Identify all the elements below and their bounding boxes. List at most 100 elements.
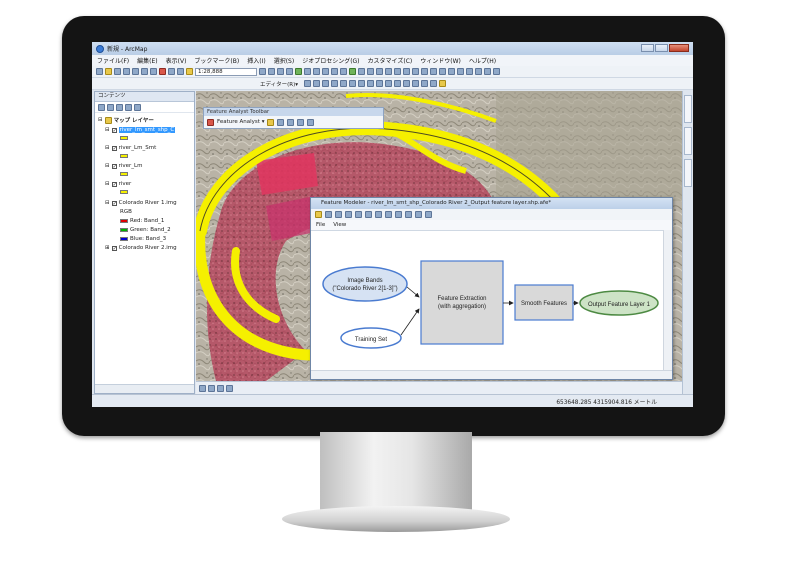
- layer-visibility-checkbox[interactable]: ✓: [111, 200, 117, 206]
- run-to-end-icon[interactable]: [425, 211, 432, 218]
- menu-file[interactable]: ファイル(F): [97, 56, 129, 65]
- back-extent-icon[interactable]: [376, 68, 383, 75]
- find-route-icon[interactable]: [466, 68, 473, 75]
- list-by-drawing-order-icon[interactable]: [98, 103, 105, 111]
- layer-symbol[interactable]: [120, 154, 128, 158]
- menu-edit[interactable]: 編集(E): [137, 56, 157, 65]
- model-horizontal-scrollbar[interactable]: [311, 370, 672, 379]
- full-extent-icon[interactable]: [349, 68, 356, 75]
- model-vertical-scrollbar[interactable]: [663, 230, 672, 371]
- run-learning-icon[interactable]: [287, 118, 295, 126]
- layer-symbol[interactable]: [120, 172, 128, 176]
- menu-help[interactable]: ヘルプ(H): [469, 56, 496, 65]
- edit-tool-icon[interactable]: [304, 80, 311, 87]
- list-by-visibility-icon[interactable]: [116, 103, 123, 111]
- feature-analyst-dropdown[interactable]: Feature Analyst ▾: [217, 119, 264, 125]
- minimize-button[interactable]: [641, 44, 654, 52]
- arctoolbox-icon[interactable]: [295, 68, 302, 75]
- catalog-icon[interactable]: [277, 68, 284, 75]
- flag-icon[interactable]: [439, 80, 446, 87]
- identify-icon[interactable]: [421, 68, 428, 75]
- print-model-icon[interactable]: [335, 211, 342, 218]
- menu-view[interactable]: 表示(V): [166, 56, 187, 65]
- cut-icon[interactable]: [132, 68, 139, 75]
- collapse-icon[interactable]: ⊟: [105, 145, 110, 151]
- select-features-icon[interactable]: [394, 68, 401, 75]
- python-icon[interactable]: [304, 68, 311, 75]
- layout-icon[interactable]: [355, 211, 362, 218]
- menu-insert[interactable]: 挿入(I): [247, 56, 265, 65]
- add-data-icon[interactable]: [186, 68, 193, 75]
- toc-layer-6[interactable]: ⊞ ✓ Colorado River 2.img: [105, 245, 177, 251]
- collapse-icon[interactable]: ⊟: [105, 181, 110, 187]
- toc-layer-3[interactable]: ⊟ ✓ river_Lm: [105, 163, 142, 169]
- refresh-map-icon[interactable]: [217, 385, 224, 392]
- new-icon[interactable]: [96, 68, 103, 75]
- menu-selection[interactable]: 選択(S): [274, 56, 295, 65]
- refresh-icon[interactable]: [385, 211, 392, 218]
- end-point-arc-icon[interactable]: [331, 80, 338, 87]
- list-by-source-icon[interactable]: [107, 103, 114, 111]
- full-view-icon[interactable]: [365, 211, 372, 218]
- pan-icon[interactable]: [340, 68, 347, 75]
- options-icon[interactable]: [134, 103, 141, 111]
- menu-windows[interactable]: ウィンドウ(W): [420, 56, 461, 65]
- clutter-icon[interactable]: [307, 118, 315, 126]
- fixed-zoom-in-icon[interactable]: [358, 68, 365, 75]
- editor-toolbar-icon[interactable]: [259, 68, 266, 75]
- close-button[interactable]: [669, 44, 689, 52]
- collapse-icon[interactable]: ⊟: [105, 127, 110, 133]
- collapse-icon[interactable]: ⊟: [98, 117, 103, 123]
- catalog-tab[interactable]: [684, 95, 692, 123]
- zoom-in-icon[interactable]: [322, 68, 329, 75]
- expand-icon[interactable]: ⊞: [105, 245, 110, 251]
- feature-analyst-toolbar-title[interactable]: Feature Analyst Toolbar: [204, 108, 383, 116]
- modelbuilder-icon[interactable]: [313, 68, 320, 75]
- fm-menu-file[interactable]: File: [316, 220, 325, 230]
- redo-icon[interactable]: [177, 68, 184, 75]
- table-icon[interactable]: [268, 68, 275, 75]
- hyperlink-icon[interactable]: [430, 68, 437, 75]
- trace-icon[interactable]: [340, 80, 347, 87]
- data-view-icon[interactable]: [199, 385, 206, 392]
- save-icon[interactable]: [114, 68, 121, 75]
- straight-segment-icon[interactable]: [322, 80, 329, 87]
- time-slider-icon[interactable]: [484, 68, 491, 75]
- find-icon[interactable]: [457, 68, 464, 75]
- step-forward-icon[interactable]: [415, 211, 422, 218]
- maximize-button[interactable]: [655, 44, 668, 52]
- layer-visibility-checkbox[interactable]: ✓: [111, 127, 117, 133]
- step-back-icon[interactable]: [395, 211, 402, 218]
- zoom-model-icon[interactable]: [375, 211, 382, 218]
- list-by-selection-icon[interactable]: [125, 103, 132, 111]
- menu-geoprocessing[interactable]: ジオプロセシング(G): [302, 56, 359, 65]
- menu-customize[interactable]: カスタマイズ(C): [368, 56, 413, 65]
- delete-icon[interactable]: [159, 68, 166, 75]
- menu-bookmarks[interactable]: ブックマーク(B): [194, 56, 239, 65]
- print-icon[interactable]: [123, 68, 130, 75]
- toc-row-root[interactable]: ⊟ マップ レイヤー: [98, 116, 154, 124]
- measure-icon[interactable]: [448, 68, 455, 75]
- pause-drawing-icon[interactable]: [226, 385, 233, 392]
- html-popup-icon[interactable]: [439, 68, 446, 75]
- layer-visibility-checkbox[interactable]: ✓: [111, 163, 117, 169]
- point-icon[interactable]: [349, 80, 356, 87]
- collapse-icon[interactable]: ⊟: [105, 200, 110, 206]
- layout-view-icon[interactable]: [208, 385, 215, 392]
- fm-menu-view[interactable]: View: [333, 220, 346, 230]
- open-icon[interactable]: [105, 68, 112, 75]
- feature-analyst-toolbar[interactable]: Feature Analyst Toolbar Feature Analyst …: [203, 107, 384, 129]
- paste-icon[interactable]: [150, 68, 157, 75]
- open-model-icon[interactable]: [315, 211, 322, 218]
- toc-horizontal-scrollbar[interactable]: [95, 384, 194, 393]
- copy-icon[interactable]: [141, 68, 148, 75]
- edit-vertices-icon[interactable]: [358, 80, 365, 87]
- create-features-icon[interactable]: [421, 80, 428, 87]
- toc-layer-1[interactable]: ⊟ ✓ river_lm_smt_shp_C: [105, 127, 176, 133]
- edit-annotation-icon[interactable]: [313, 80, 320, 87]
- zoom-out-icon[interactable]: [331, 68, 338, 75]
- go-to-xy-icon[interactable]: [475, 68, 482, 75]
- toc-layer-5[interactable]: ⊟ ✓ Colorado River 1.img: [105, 200, 177, 206]
- toc-layer-4[interactable]: ⊟ ✓ river: [105, 181, 131, 187]
- fixed-zoom-out-icon[interactable]: [367, 68, 374, 75]
